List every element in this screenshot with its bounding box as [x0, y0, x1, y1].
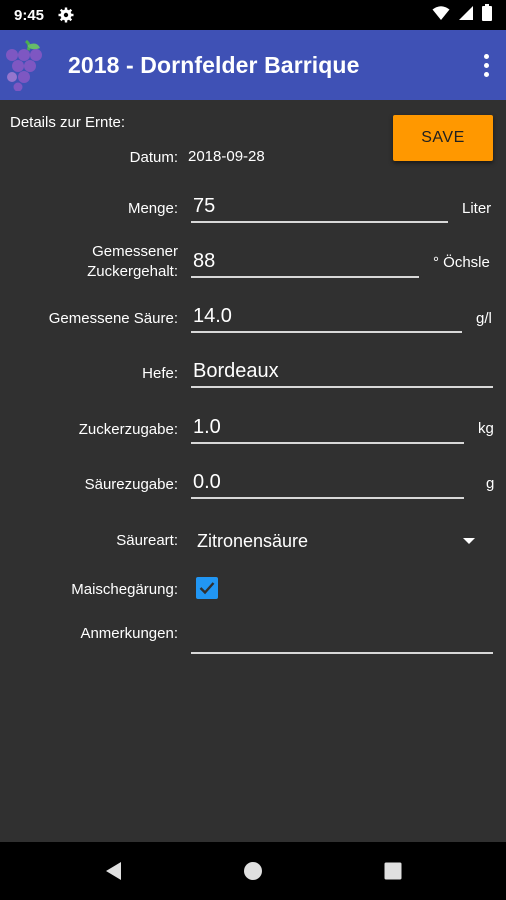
notes-label: Anmerkungen:	[80, 625, 178, 642]
amount-input[interactable]: 75	[193, 195, 215, 218]
sugar-added-unit: kg	[478, 420, 494, 437]
mash-fermentation-checkbox[interactable]	[196, 577, 218, 599]
acid-added-unit: g	[486, 475, 495, 492]
status-bar: 9:45	[0, 0, 506, 30]
home-icon[interactable]	[241, 859, 265, 883]
notes-underline	[191, 652, 493, 654]
sugar-measured-underline	[191, 276, 419, 278]
dropdown-arrow-icon	[463, 538, 475, 544]
date-value: 2018-09-28	[188, 148, 265, 165]
section-title: Details zur Ernte:	[10, 114, 126, 131]
harvest-details-form: Details zur Ernte: SAVE Datum: 2018-09-2…	[0, 100, 506, 842]
sugar-measured-unit: ° Öchsle	[433, 254, 490, 271]
sugar-measured-input[interactable]: 88	[193, 250, 215, 273]
app-bar: 2018 - Dornfelder Barrique	[0, 30, 506, 100]
notes-input[interactable]	[193, 622, 493, 648]
app-title: 2018 - Dornfelder Barrique	[68, 51, 360, 78]
more-vert-icon[interactable]	[466, 37, 506, 93]
sugar-added-underline	[191, 442, 464, 444]
yeast-underline	[191, 386, 493, 388]
recents-icon[interactable]	[381, 859, 405, 883]
yeast-label: Hefe:	[142, 365, 178, 382]
sugar-measured-label-1: Gemessener	[92, 243, 178, 260]
wifi-icon	[432, 5, 450, 26]
amount-underline	[191, 221, 448, 223]
acid-measured-label: Gemessene Säure:	[48, 310, 178, 327]
acid-measured-unit: g/l	[476, 310, 492, 327]
amount-label: Menge:	[127, 200, 178, 217]
acid-added-input[interactable]: 0.0	[193, 471, 221, 494]
mash-fermentation-label: Maischegärung:	[71, 581, 178, 598]
grape-icon	[0, 30, 48, 100]
battery-icon	[482, 4, 492, 26]
sugar-added-label: Zuckerzugabe:	[78, 421, 178, 438]
acid-measured-input[interactable]: 14.0	[193, 305, 232, 328]
settings-icon	[58, 7, 74, 23]
sugar-added-input[interactable]: 1.0	[193, 416, 221, 439]
signal-icon	[458, 5, 474, 26]
acid-added-underline	[191, 497, 464, 499]
save-button[interactable]: SAVE	[393, 115, 493, 161]
sugar-measured-label-2: Zuckergehalt:	[87, 263, 178, 280]
navigation-bar	[0, 842, 506, 900]
acid-added-label: Säurezugabe:	[84, 476, 178, 493]
acid-type-label: Säureart:	[116, 532, 178, 549]
status-time: 9:45	[14, 6, 45, 24]
back-icon[interactable]	[102, 859, 126, 883]
date-label: Datum:	[129, 149, 178, 166]
acid-type-value: Zitronensäure	[197, 530, 309, 551]
checkmark-icon	[199, 582, 215, 595]
yeast-input[interactable]: Bordeaux	[193, 360, 279, 383]
acid-type-dropdown[interactable]: Zitronensäure	[197, 528, 483, 554]
amount-unit: Liter	[462, 200, 492, 217]
acid-measured-underline	[191, 331, 462, 333]
